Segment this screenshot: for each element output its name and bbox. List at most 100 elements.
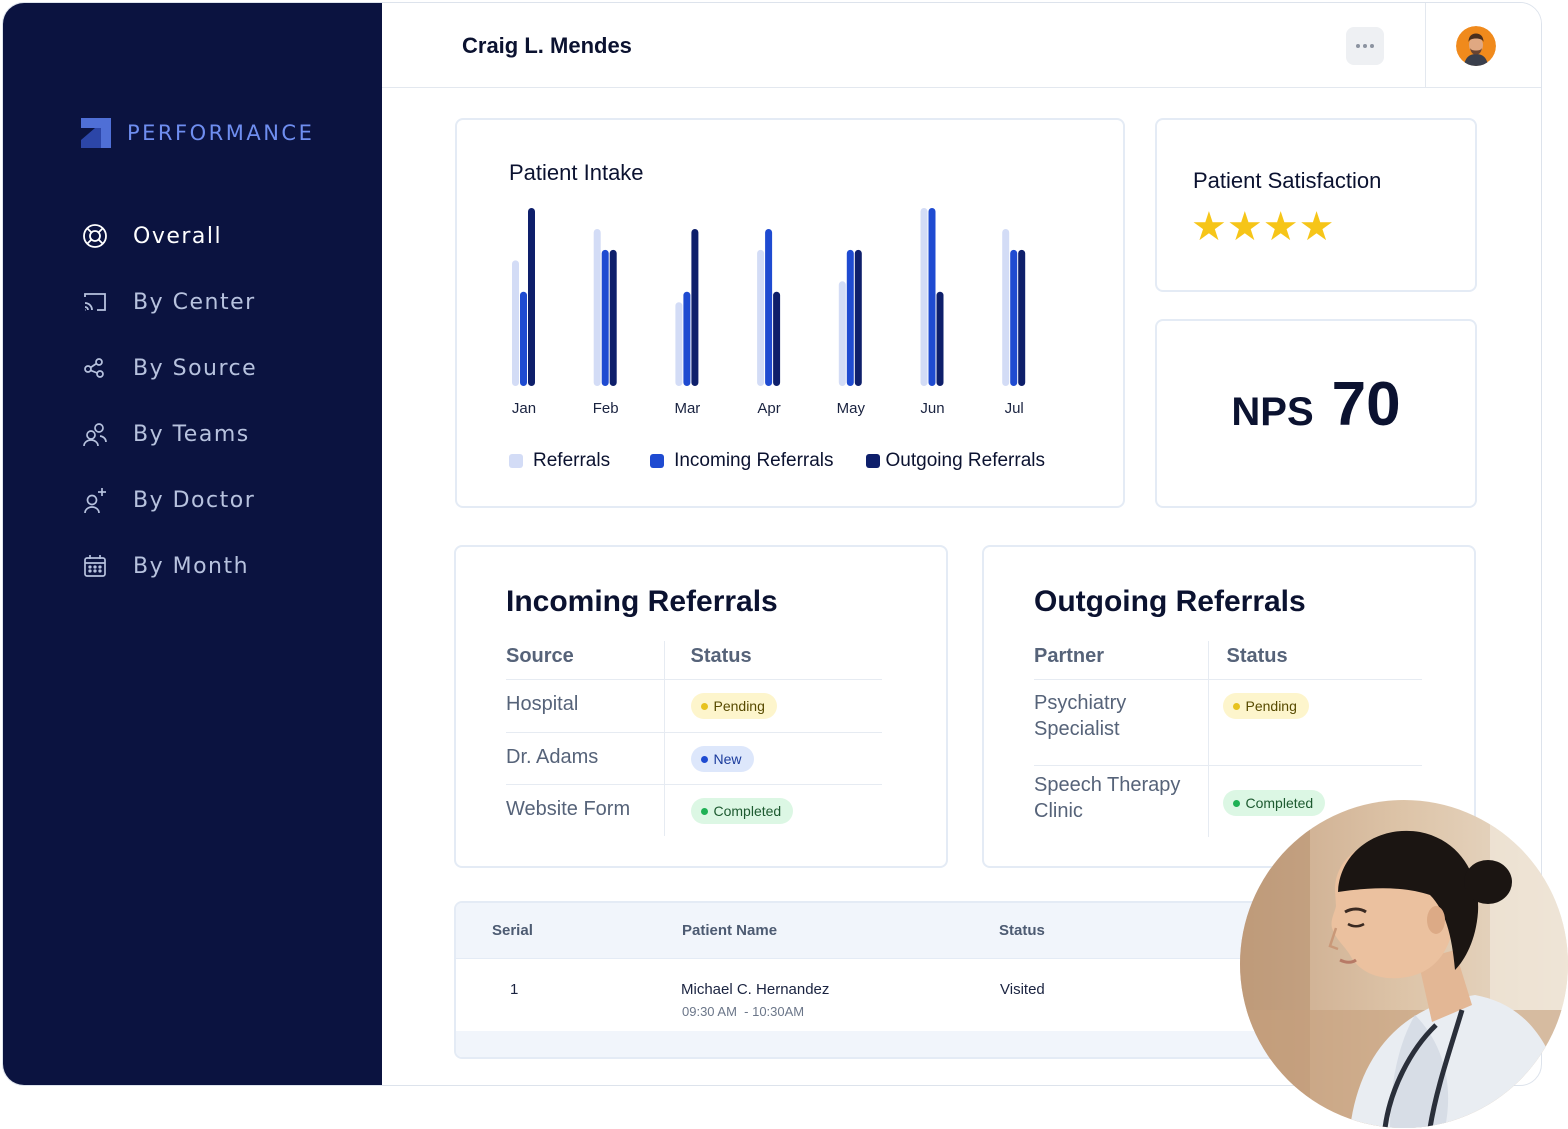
bar-referrals-jan bbox=[512, 260, 519, 386]
nps-value: 70 bbox=[1331, 370, 1401, 439]
nps-card: NPS 70 bbox=[1155, 319, 1477, 508]
sidebar-item-by-center[interactable]: By Center bbox=[81, 269, 257, 335]
brand-logo-icon bbox=[81, 118, 111, 148]
bar-incoming-referrals-apr bbox=[765, 228, 773, 386]
sidebar-item-by-doctor[interactable]: By Doctor bbox=[81, 467, 257, 533]
serial-cell: 1 bbox=[510, 981, 519, 998]
x-tick-label: Jan bbox=[512, 400, 536, 417]
status-cell: Completed bbox=[664, 783, 882, 836]
column-header-status: Status bbox=[999, 922, 1045, 939]
star-rating: ★★★★ bbox=[1191, 205, 1335, 249]
sidebar-item-by-month[interactable]: By Month bbox=[81, 533, 257, 599]
user-name: Craig L. Mendes bbox=[462, 33, 632, 58]
doctor-photo bbox=[1240, 800, 1568, 1128]
source-cell: Website Form bbox=[506, 783, 665, 836]
sidebar-nav: Overall By Center By Source By Teams By … bbox=[81, 203, 257, 599]
outgoing-referrals-title: Outgoing Referrals bbox=[1034, 585, 1306, 618]
table-row[interactable]: Website Form Completed bbox=[506, 783, 882, 836]
incoming-referrals-table: Source Status Hospital Pending Dr. Adams… bbox=[506, 641, 882, 836]
status-badge-label: Completed bbox=[1245, 795, 1314, 811]
status-badge-label: Pending bbox=[713, 698, 765, 714]
column-header-status: Status bbox=[1226, 645, 1288, 667]
bar-outgoing-referrals-jul bbox=[1018, 249, 1026, 386]
bar-referrals-mar bbox=[675, 302, 683, 386]
status-badge-label: New bbox=[713, 751, 742, 767]
legend-swatch bbox=[509, 454, 523, 468]
x-tick-label: Jun bbox=[920, 400, 944, 417]
nps-score: NPS 70 bbox=[1157, 369, 1475, 440]
x-tick-label: Jul bbox=[1005, 400, 1024, 417]
incoming-referrals-card: Incoming Referrals Source Status Hospita… bbox=[454, 545, 948, 868]
sidebar-item-label: By Doctor bbox=[133, 487, 256, 513]
x-tick-label: Mar bbox=[674, 400, 700, 417]
sidebar-item-overall[interactable]: Overall bbox=[81, 203, 257, 269]
bar-incoming-referrals-feb bbox=[601, 249, 609, 386]
brand-title: PERFORMANCE bbox=[127, 121, 315, 145]
satisfaction-title: Patient Satisfaction bbox=[1193, 168, 1382, 193]
status-badge: Completed bbox=[690, 798, 794, 824]
sidebar-item-label: Overall bbox=[133, 223, 223, 249]
table-row[interactable]: Psychiatry Specialist Pending bbox=[1034, 678, 1422, 765]
column-header-status: Status bbox=[690, 645, 752, 667]
source-cell: Hospital bbox=[506, 678, 665, 732]
sidebar-item-by-teams[interactable]: By Teams bbox=[81, 401, 257, 467]
user-plus-icon bbox=[81, 486, 109, 514]
legend-label: Referrals bbox=[533, 450, 611, 471]
x-tick-label: Apr bbox=[757, 400, 780, 417]
status-badge-label: Pending bbox=[1245, 698, 1297, 714]
cast-icon bbox=[81, 288, 109, 316]
legend-swatch bbox=[865, 454, 880, 468]
bar-referrals-feb bbox=[593, 228, 601, 386]
chart-legend: Referrals Incoming Referrals Outgoing Re… bbox=[509, 450, 1045, 472]
column-header-serial: Serial bbox=[492, 922, 533, 939]
bar-outgoing-referrals-feb bbox=[609, 249, 617, 386]
legend-item-incoming: Incoming Referrals bbox=[650, 450, 834, 472]
calendar-icon bbox=[81, 552, 109, 580]
sidebar-item-by-source[interactable]: By Source bbox=[81, 335, 257, 401]
bar-outgoing-referrals-may bbox=[854, 249, 862, 386]
nps-label: NPS bbox=[1231, 390, 1314, 434]
x-tick-label: May bbox=[837, 400, 866, 417]
column-header-patient-name: Patient Name bbox=[682, 922, 778, 939]
lifebuoy-icon bbox=[81, 222, 109, 250]
bar-incoming-referrals-may bbox=[846, 249, 854, 386]
x-tick-label: Feb bbox=[593, 400, 619, 417]
bar-outgoing-referrals-apr bbox=[773, 291, 781, 386]
status-cell: New bbox=[664, 731, 882, 784]
table-header-row: Partner Status bbox=[1034, 641, 1422, 679]
sidebar-item-label: By Month bbox=[133, 553, 250, 579]
bar-outgoing-referrals-jun bbox=[936, 291, 944, 386]
table-header-row: Source Status bbox=[506, 641, 882, 679]
table-row[interactable]: Hospital Pending bbox=[506, 678, 882, 732]
bar-outgoing-referrals-mar bbox=[691, 228, 699, 386]
more-options-button[interactable] bbox=[1346, 27, 1384, 65]
bar-referrals-jun bbox=[920, 208, 928, 386]
bar-incoming-referrals-mar bbox=[683, 291, 691, 386]
incoming-referrals-title: Incoming Referrals bbox=[506, 585, 778, 618]
brand: PERFORMANCE bbox=[81, 118, 314, 148]
status-cell: Pending bbox=[1208, 678, 1422, 765]
status-cell: Pending bbox=[664, 678, 882, 732]
divider bbox=[1425, 3, 1426, 88]
partner-cell: Psychiatry Specialist bbox=[1034, 678, 1209, 765]
legend-label: Outgoing Referrals bbox=[885, 450, 1045, 471]
bar-outgoing-referrals-jan bbox=[528, 208, 535, 386]
top-bar: Craig L. Mendes bbox=[382, 3, 1541, 88]
source-cell: Dr. Adams bbox=[506, 731, 665, 784]
sidebar-item-label: By Center bbox=[133, 289, 256, 315]
partner-cell: Speech Therapy Clinic bbox=[1034, 764, 1209, 837]
bar-incoming-referrals-jan bbox=[520, 291, 527, 386]
status-badge-label: Completed bbox=[713, 803, 782, 819]
patient-intake-chart: Jan Feb Mar Apr May Jun Jul bbox=[512, 208, 1026, 417]
legend-item-referrals: Referrals bbox=[509, 450, 610, 472]
status-badge: Completed bbox=[1222, 790, 1326, 816]
sidebar: PERFORMANCE Overall By Center By Source … bbox=[3, 3, 382, 1085]
avatar[interactable] bbox=[1456, 26, 1496, 66]
sidebar-item-label: By Teams bbox=[133, 421, 250, 447]
patient-intake-card: Patient Intake Jan Feb Mar Apr May Jun Jul Ref… bbox=[455, 118, 1125, 508]
status-badge: New bbox=[690, 746, 754, 772]
table-row[interactable]: Dr. Adams New bbox=[506, 731, 882, 784]
bar-incoming-referrals-jul bbox=[1010, 249, 1018, 386]
more-horizontal-icon bbox=[1356, 44, 1360, 48]
visit-status-cell: Visited bbox=[1000, 981, 1045, 998]
